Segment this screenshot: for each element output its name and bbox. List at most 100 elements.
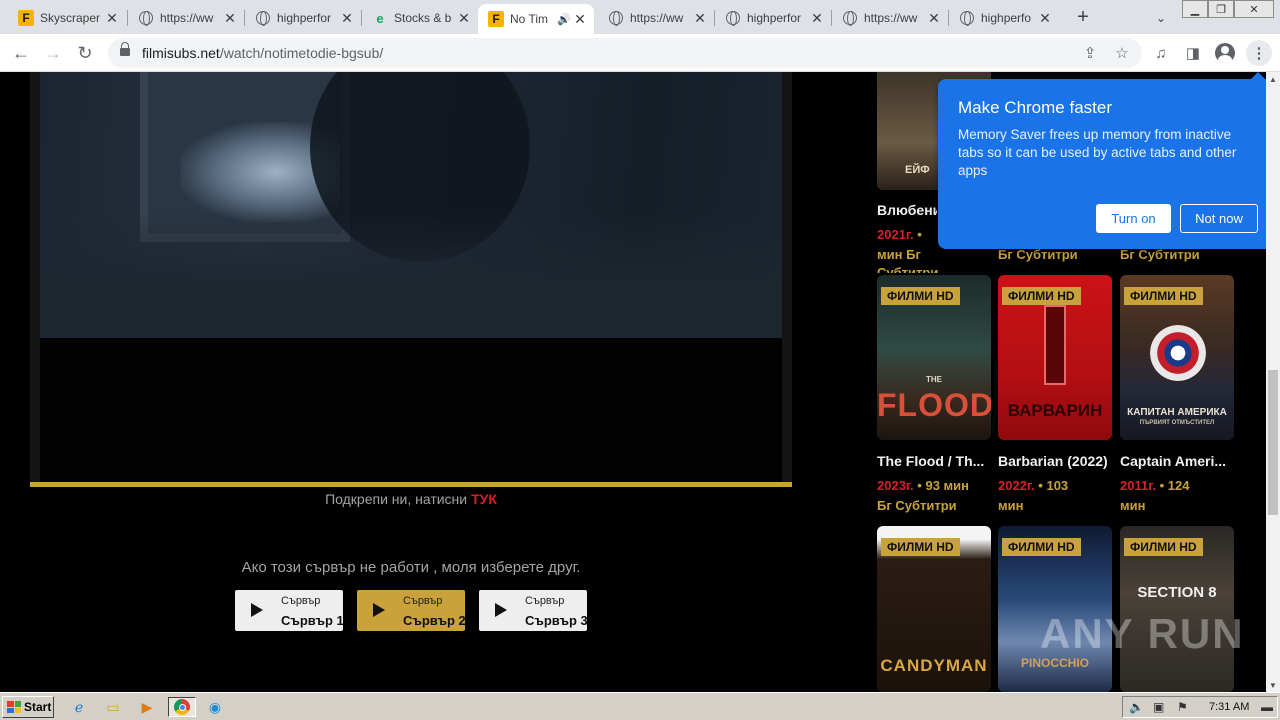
lock-icon[interactable] (120, 42, 130, 58)
stocks-e-icon: e (376, 10, 384, 26)
watermark-logo: ANY RUN (1040, 610, 1245, 657)
movie-title[interactable]: Влюбени (877, 202, 937, 218)
poster-title: SECTION 8 (1137, 584, 1217, 601)
movie-duration-unit: мин (998, 498, 1024, 513)
close-tab-icon[interactable]: ✕ (1037, 10, 1053, 26)
close-tab-icon[interactable]: ✕ (104, 10, 120, 26)
tab-search-chevron-icon[interactable]: ⌄ (1150, 7, 1172, 29)
close-tab-icon[interactable]: ✕ (692, 10, 708, 26)
minimize-icon[interactable]: ▁ (1182, 0, 1208, 18)
media-control-icon[interactable]: ♫ (1150, 42, 1172, 64)
movie-duration: 103 (1046, 478, 1069, 493)
video-scene-shade (40, 212, 782, 338)
bookmark-star-icon[interactable]: ☆ (1112, 43, 1132, 63)
tab-title: Stocks & b (394, 11, 452, 25)
speaker-icon[interactable]: 🔊 (556, 11, 572, 27)
restore-icon[interactable]: ❐ (1208, 0, 1234, 18)
scroll-up-icon[interactable]: ▲ (1266, 72, 1280, 86)
browser-tab[interactable]: e Stocks & b ✕ (362, 4, 478, 32)
tab-title: No Tim (510, 12, 549, 26)
folder-icon[interactable]: ▭ (102, 697, 124, 717)
share-icon[interactable]: ⇪ (1080, 43, 1100, 63)
popup-title: Make Chrome faster (958, 98, 1112, 117)
meta-bullet: • (1159, 478, 1165, 493)
close-tab-icon[interactable]: ✕ (339, 10, 355, 26)
scroll-down-icon[interactable]: ▼ (1266, 678, 1280, 692)
browser-tab[interactable]: F Skyscraper ✕ (8, 4, 126, 32)
side-panel-icon[interactable]: ◨ (1182, 42, 1204, 64)
turn-on-button[interactable]: Turn on (1096, 204, 1171, 233)
edge-icon[interactable]: ◉ (204, 697, 226, 717)
close-window-icon[interactable]: ✕ (1234, 0, 1274, 18)
movie-title[interactable]: Captain Ameri... (1120, 453, 1234, 469)
server-2-button[interactable]: Сървър Сървър 2 (357, 590, 466, 631)
meta-bullet: • (917, 478, 922, 493)
start-label: Start (24, 700, 52, 714)
popup-body: Memory Saver frees up memory from inacti… (958, 127, 1237, 178)
browser-tab[interactable]: highperfor ✕ (715, 4, 831, 32)
server-label: Сървър 2 (403, 613, 466, 628)
browser-tab[interactable]: https://ww ✕ (128, 4, 244, 32)
chrome-icon[interactable] (168, 697, 196, 717)
server-1-button[interactable]: Сървър Сървър 1 (235, 590, 344, 631)
tab-title: https://ww (630, 11, 684, 25)
server-3-button[interactable]: Сървър Сървър 3 (479, 590, 588, 631)
flag-icon[interactable]: ⚑ (1177, 700, 1188, 714)
notification-icon[interactable]: ▬ (1261, 700, 1273, 714)
close-tab-icon[interactable]: ✕ (926, 10, 942, 26)
hd-badge: ФИЛМИ HD (881, 287, 960, 305)
movie-poster[interactable]: ФИЛМИ HD CANDYMAN (877, 526, 991, 692)
movie-year: 2021г. (877, 227, 914, 242)
new-tab-icon[interactable]: + (1072, 6, 1094, 28)
reload-icon[interactable]: ↻ (72, 40, 98, 66)
page-scrollbar[interactable]: ▲ ▼ (1266, 72, 1280, 692)
poster-title: ВАРВАРИН (1007, 401, 1103, 420)
browser-tab[interactable]: highperfo ✕ (949, 4, 1059, 32)
volume-icon[interactable]: 🔈 (1129, 700, 1144, 714)
scrollbar-thumb[interactable] (1268, 370, 1278, 515)
video-player[interactable] (30, 72, 792, 484)
close-tab-icon[interactable]: ✕ (222, 10, 238, 26)
media-player-icon[interactable]: ▶ (136, 697, 158, 717)
support-link[interactable]: ТУК (471, 491, 497, 507)
shield-icon (1150, 325, 1206, 381)
forward-arrow-icon[interactable]: → (40, 40, 66, 66)
globe-icon (842, 10, 858, 26)
browser-tab[interactable]: highperfor ✕ (245, 4, 361, 32)
browser-tab[interactable]: https://ww ✕ (598, 4, 714, 32)
poster-door (1044, 305, 1066, 385)
movie-title[interactable]: Barbarian (2022) (998, 453, 1114, 469)
not-now-button[interactable]: Not now (1180, 204, 1258, 233)
support-text: Подкрепи ни, натисни (325, 491, 468, 507)
movie-subs: Субтитри (877, 265, 939, 273)
movie-poster[interactable]: ФИЛМИ HD SECTION 8 (1120, 526, 1234, 692)
close-tab-icon[interactable]: ✕ (572, 11, 588, 27)
browser-tab-active[interactable]: F No Tim 🔊 ✕ (478, 4, 594, 34)
network-icon[interactable]: ▣ (1153, 700, 1164, 714)
filmisubs-f-icon: F (488, 11, 504, 27)
movie-title[interactable]: The Flood / Th... (877, 453, 991, 469)
movie-duration-unit: мин (1120, 498, 1146, 513)
close-tab-icon[interactable]: ✕ (456, 10, 472, 26)
movie-meta: 2022г. • 103 мин (998, 476, 1114, 516)
close-tab-icon[interactable]: ✕ (809, 10, 825, 26)
url-text[interactable]: filmisubs.net/watch/notimetodie-bgsub/ (142, 45, 383, 61)
movie-poster[interactable]: ФИЛМИ HD THE FLOOD (877, 275, 991, 440)
movie-poster[interactable]: ФИЛМИ HD PINOCCHIO (998, 526, 1112, 692)
profile-avatar-icon[interactable] (1214, 42, 1236, 64)
start-button[interactable]: Start (2, 696, 54, 718)
server-note: Ако този сървър не работи , моля изберет… (241, 559, 581, 576)
player-progress-bar[interactable] (30, 482, 792, 487)
server-label-small: Сървър (281, 595, 321, 607)
back-arrow-icon[interactable]: ← (8, 40, 34, 66)
internet-explorer-icon[interactable]: ℯ (68, 697, 90, 717)
movie-duration: 93 мин (925, 478, 970, 493)
kebab-menu-icon[interactable]: ⋮ (1246, 40, 1272, 66)
movie-poster[interactable]: ФИЛМИ HD КАПИТАН АМЕРИКА ПЪРВИЯТ ОТМЪСТИ… (1120, 275, 1234, 440)
hd-badge: ФИЛМИ HD (1002, 538, 1081, 556)
movie-poster[interactable]: ФИЛМИ HD ВАРВАРИН (998, 275, 1112, 440)
video-frame[interactable] (40, 72, 782, 338)
poster-title: FLOOD (877, 387, 991, 423)
browser-tab[interactable]: https://ww ✕ (832, 4, 948, 32)
address-bar[interactable]: filmisubs.net/watch/notimetodie-bgsub/ ⇪… (108, 38, 1142, 68)
